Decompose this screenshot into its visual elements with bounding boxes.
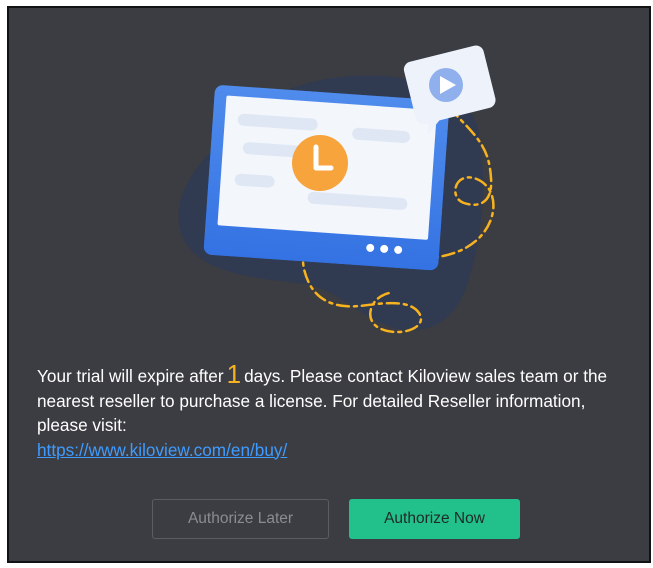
trial-message: Your trial will expire after 1 days. Pleas… (37, 361, 637, 462)
authorize-later-button[interactable]: Authorize Later (152, 499, 329, 539)
trial-illustration (178, 45, 496, 334)
trial-expiry-dialog: Your trial will expire after 1 days. Pleas… (7, 6, 651, 563)
reseller-link[interactable]: https://www.kiloview.com/en/buy/ (37, 440, 287, 460)
play-icon (429, 68, 463, 102)
days-remaining: 1 (226, 359, 242, 389)
authorize-now-button[interactable]: Authorize Now (349, 499, 520, 539)
clock-icon (292, 135, 348, 191)
message-before: Your trial will expire after (37, 366, 224, 386)
